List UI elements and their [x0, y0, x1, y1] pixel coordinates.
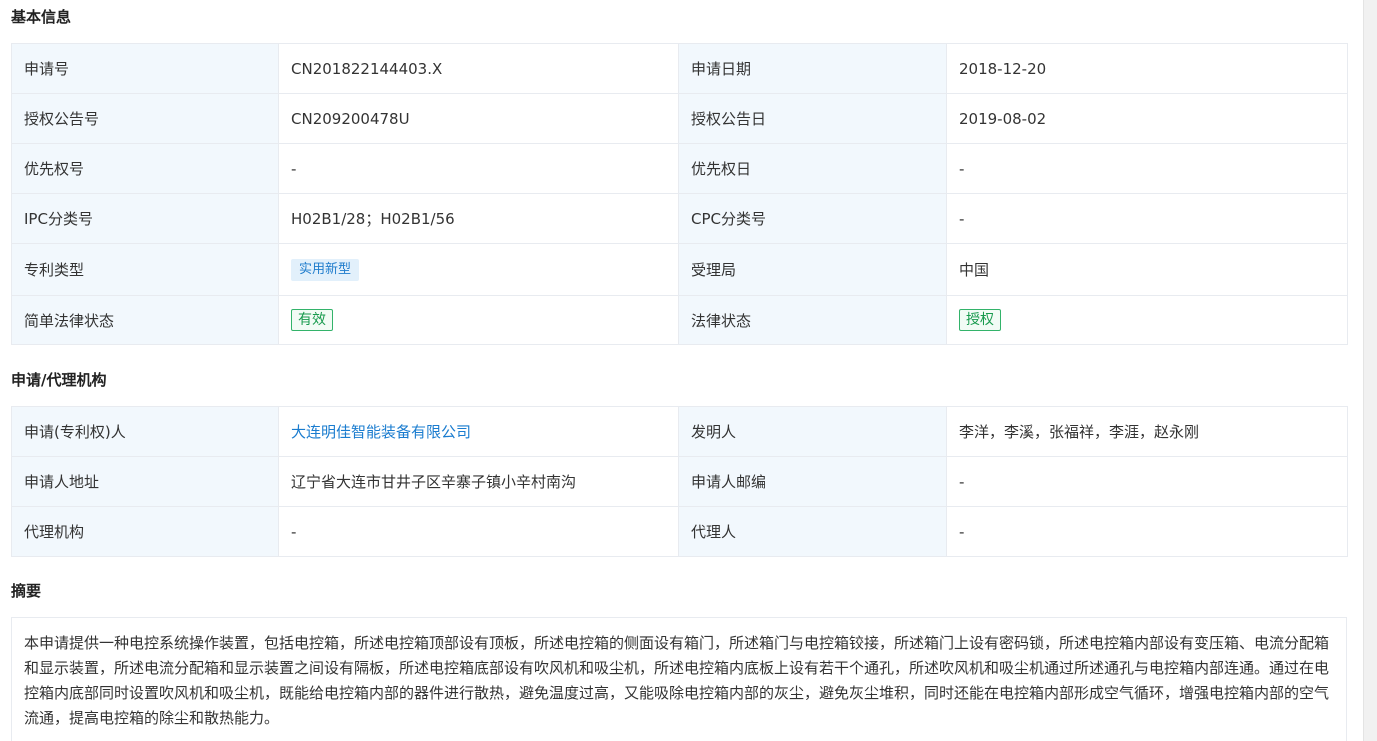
simple-legal-status-badge: 有效	[291, 309, 333, 331]
patent-type-cell: 实用新型	[278, 243, 679, 296]
grant-number-value: CN209200478U	[278, 93, 679, 144]
priority-date-value: -	[946, 143, 1348, 194]
application-date-label: 申请日期	[678, 43, 947, 94]
table-row: 申请人地址 辽宁省大连市甘井子区辛寨子镇小辛村南沟 申请人邮编 -	[11, 456, 1348, 507]
ipc-label: IPC分类号	[11, 193, 279, 244]
vertical-scrollbar[interactable]	[1363, 0, 1377, 741]
patent-detail-page: 基本信息 申请号 CN201822144403.X 申请日期 2018-12-2…	[0, 0, 1377, 741]
applicant-address-label: 申请人地址	[11, 456, 279, 507]
table-row: 代理机构 - 代理人 -	[11, 506, 1348, 557]
agent-label: 代理人	[678, 506, 947, 557]
application-number-value: CN201822144403.X	[278, 43, 679, 94]
inventor-label: 发明人	[678, 406, 947, 457]
applicant-cell: 大连明佳智能装备有限公司	[278, 406, 679, 457]
abstract-text: 本申请提供一种电控系统操作装置，包括电控箱，所述电控箱顶部设有顶板，所述电控箱的…	[11, 617, 1347, 741]
application-date-value: 2018-12-20	[946, 43, 1348, 94]
agency-info-table: 申请(专利权)人 大连明佳智能装备有限公司 发明人 李洋，李溪，张福祥，李涯，赵…	[11, 406, 1348, 557]
priority-date-label: 优先权日	[678, 143, 947, 194]
table-row: 申请号 CN201822144403.X 申请日期 2018-12-20	[11, 43, 1348, 94]
table-row: 授权公告号 CN209200478U 授权公告日 2019-08-02	[11, 93, 1348, 144]
grant-date-label: 授权公告日	[678, 93, 947, 144]
agency-label: 代理机构	[11, 506, 279, 557]
application-number-label: 申请号	[11, 43, 279, 94]
table-row: 简单法律状态 有效 法律状态 授权	[11, 295, 1348, 345]
agent-value: -	[946, 506, 1348, 557]
cpc-label: CPC分类号	[678, 193, 947, 244]
priority-number-label: 优先权号	[11, 143, 279, 194]
priority-number-value: -	[278, 143, 679, 194]
patent-type-label: 专利类型	[11, 243, 279, 296]
simple-legal-status-label: 简单法律状态	[11, 295, 279, 345]
legal-status-badge: 授权	[959, 309, 1001, 331]
legal-status-cell: 授权	[946, 295, 1348, 345]
agency-value: -	[278, 506, 679, 557]
grant-number-label: 授权公告号	[11, 93, 279, 144]
legal-status-label: 法律状态	[678, 295, 947, 345]
abstract-title: 摘要	[11, 582, 42, 600]
receiving-office-value: 中国	[946, 243, 1348, 296]
applicant-label: 申请(专利权)人	[11, 406, 279, 457]
agency-info-title: 申请/代理机构	[11, 371, 107, 389]
basic-info-table: 申请号 CN201822144403.X 申请日期 2018-12-20 授权公…	[11, 43, 1348, 345]
applicant-link[interactable]: 大连明佳智能装备有限公司	[291, 423, 471, 441]
table-row: 专利类型 实用新型 受理局 中国	[11, 243, 1348, 296]
applicant-address-value: 辽宁省大连市甘井子区辛寨子镇小辛村南沟	[278, 456, 679, 507]
patent-type-badge: 实用新型	[291, 258, 360, 281]
table-row: 优先权号 - 优先权日 -	[11, 143, 1348, 194]
basic-info-title: 基本信息	[11, 8, 72, 26]
table-row: IPC分类号 H02B1/28；H02B1/56 CPC分类号 -	[11, 193, 1348, 244]
receiving-office-label: 受理局	[678, 243, 947, 296]
applicant-postcode-value: -	[946, 456, 1348, 507]
cpc-value: -	[946, 193, 1348, 244]
grant-date-value: 2019-08-02	[946, 93, 1348, 144]
inventor-value: 李洋，李溪，张福祥，李涯，赵永刚	[946, 406, 1348, 457]
table-row: 申请(专利权)人 大连明佳智能装备有限公司 发明人 李洋，李溪，张福祥，李涯，赵…	[11, 406, 1348, 457]
applicant-postcode-label: 申请人邮编	[678, 456, 947, 507]
ipc-value: H02B1/28；H02B1/56	[278, 193, 679, 244]
simple-legal-status-cell: 有效	[278, 295, 679, 345]
